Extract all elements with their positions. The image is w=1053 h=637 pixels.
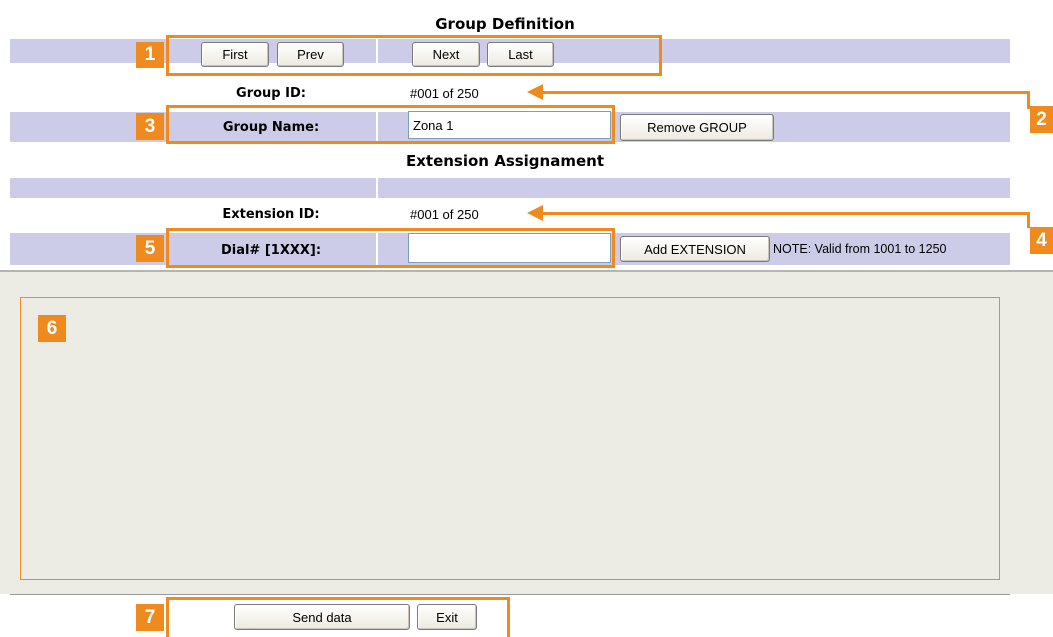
callout-badge-6: 6: [38, 315, 66, 342]
band-divider: [376, 178, 378, 198]
extension-empty-band: [10, 178, 1010, 198]
callout-badge-7: 7: [136, 604, 164, 631]
valid-range-note: NOTE: Valid from 1001 to 1250: [773, 242, 947, 256]
callout-badge-3: 3: [136, 113, 164, 140]
extensions-list-area: [20, 297, 1000, 580]
extension-id-label: Extension ID:: [222, 207, 320, 222]
callout-frame-1: [166, 35, 662, 76]
remove-group-button[interactable]: Remove GROUP: [620, 114, 774, 141]
extension-id-value: #001 of 250: [410, 207, 479, 222]
callout-arrow-line-2: [540, 91, 1030, 94]
footer-divider: [10, 594, 1010, 595]
extension-assignament-title: Extension Assignament: [405, 152, 605, 170]
callout-badge-2: 2: [1030, 106, 1053, 133]
callout-badge-1: 1: [136, 42, 164, 68]
callout-frame-5: [166, 228, 615, 268]
add-extension-button[interactable]: Add EXTENSION: [620, 236, 770, 262]
callout-arrow-connector-4: [1027, 212, 1030, 228]
callout-frame-3: [166, 105, 615, 144]
group-id-label: Group ID:: [236, 86, 306, 101]
callout-badge-4: 4: [1030, 227, 1053, 254]
group-definition-title: Group Definition: [435, 15, 575, 33]
callout-frame-7: [166, 597, 510, 637]
callout-arrow-connector-2: [1027, 91, 1030, 109]
callout-badge-5: 5: [136, 235, 164, 262]
group-id-value: #001 of 250: [410, 86, 479, 101]
callout-arrow-line-4: [540, 212, 1030, 215]
